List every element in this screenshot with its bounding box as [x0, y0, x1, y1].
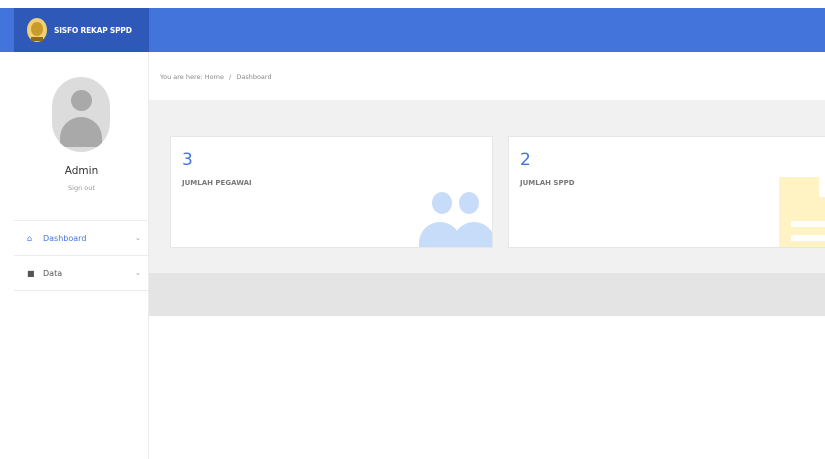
sidebar-item-data[interactable]: ■ Data ⌄ — [14, 256, 149, 291]
sidebar-item-label: Data — [43, 268, 63, 278]
emblem-logo-icon — [27, 18, 47, 42]
stat-title: JUMLAH SPPD — [520, 179, 575, 187]
breadcrumb-home[interactable]: Home — [205, 73, 224, 81]
brand-header[interactable]: SISFO REKAP SPPD — [14, 8, 149, 52]
sidebar: Admin Sign out ⌂ Dashboard ⌄ ■ Data ⌄ — [14, 52, 149, 459]
sidebar-menu: ⌂ Dashboard ⌄ ■ Data ⌄ — [14, 220, 149, 291]
file-icon — [779, 177, 825, 247]
brand-name: SISFO REKAP SPPD — [54, 25, 132, 35]
signout-link[interactable]: Sign out — [14, 184, 149, 192]
breadcrumb-separator: / — [229, 73, 232, 81]
chevron-down-icon: ⌄ — [135, 269, 141, 277]
sidebar-item-dashboard[interactable]: ⌂ Dashboard ⌄ — [14, 221, 149, 256]
content-footer-band — [149, 273, 825, 316]
stat-card-sppd[interactable]: 2 JUMLAH SPPD — [508, 136, 825, 248]
avatar — [52, 77, 110, 152]
stat-count: 2 — [520, 150, 531, 170]
home-icon: ⌂ — [27, 233, 33, 243]
chevron-down-icon: ⌄ — [135, 234, 141, 242]
stat-count: 3 — [182, 150, 193, 170]
breadcrumb: You are here: Home / Dashboard — [160, 73, 272, 81]
folder-icon: ■ — [27, 268, 35, 278]
breadcrumb-current: Dashboard — [236, 73, 272, 81]
stat-card-pegawai[interactable]: 3 JUMLAH PEGAWAI — [170, 136, 493, 248]
stat-title: JUMLAH PEGAWAI — [182, 179, 252, 187]
user-name: Admin — [64, 165, 99, 177]
breadcrumb-prefix: You are here: — [160, 73, 203, 81]
avatar-body-icon — [60, 117, 102, 147]
sidebar-item-label: Dashboard — [43, 233, 87, 243]
users-icon — [419, 192, 492, 247]
avatar-head-icon — [71, 90, 92, 111]
